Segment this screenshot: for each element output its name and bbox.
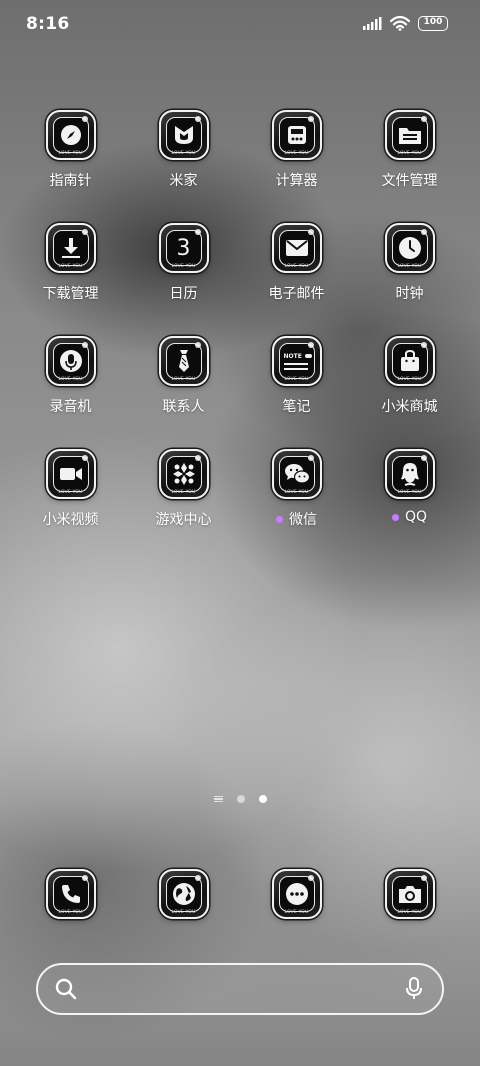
app-downloads[interactable]: LOVE YOU 下载管理 [14,223,127,303]
notes-icon: NOTE LOVE YOU [271,336,322,386]
wechat-icon: LOVE YOU [271,449,322,499]
search-bar[interactable] [36,963,444,1015]
game-center-icon: LOVE YOU [158,449,209,499]
phone-icon: LOVE YOU [45,869,96,919]
search-icon[interactable] [54,977,78,1001]
battery-indicator: 100 [418,16,448,31]
status-bar: 8:16 100 [0,0,480,50]
microphone-icon: LOVE YOU [45,336,96,386]
app-label: 时钟 [395,286,424,302]
app-calendar[interactable]: 3 LOVE YOU 日历 [127,223,240,303]
app-label: 联系人 [162,399,205,415]
app-label: QQ [391,509,427,525]
page-indicator[interactable] [0,795,480,803]
calculator-icon: LOVE YOU [271,110,322,160]
app-label: 下载管理 [42,286,99,302]
microphone-icon[interactable] [404,976,424,1002]
clock-icon: LOVE YOU [384,223,435,273]
app-label: 指南针 [49,173,92,189]
app-label: 游戏中心 [155,512,212,528]
camera-icon: LOVE YOU [384,869,435,919]
page-dot-2-active[interactable] [258,795,267,803]
status-icons: 100 [362,16,448,31]
page-dot-1[interactable] [236,795,245,803]
mail-icon: LOVE YOU [271,223,322,273]
app-email[interactable]: LOVE YOU 电子邮件 [240,223,353,303]
wifi-icon [390,16,410,31]
page-overview-icon[interactable] [213,795,223,803]
mijia-icon: LOVE YOU [158,110,209,160]
folder-icon: LOVE YOU [384,110,435,160]
browser-icon: LOVE YOU [158,869,209,919]
notification-dot [391,513,399,521]
app-mijia[interactable]: LOVE YOU 米家 [127,110,240,190]
dock-messages[interactable]: LOVE YOU [240,869,353,919]
app-qq[interactable]: LOVE YOU QQ [353,449,466,525]
contacts-icon: LOVE YOU [158,336,209,386]
app-label: 笔记 [282,399,311,415]
app-game-center[interactable]: LOVE YOU 游戏中心 [127,449,240,529]
app-label: 文件管理 [381,173,438,189]
notification-dot [276,515,283,523]
app-clock[interactable]: LOVE YOU 时钟 [353,223,466,303]
app-label: 电子邮件 [268,286,325,302]
app-label: 小米商城 [381,399,438,415]
app-contacts[interactable]: LOVE YOU 联系人 [127,336,240,416]
messages-icon: LOVE YOU [271,869,322,919]
app-mi-video[interactable]: LOVE YOU 小米视频 [14,449,127,529]
app-calculator[interactable]: LOVE YOU 计算器 [240,110,353,190]
qq-icon: LOVE YOU [384,449,435,499]
calendar-icon: 3 LOVE YOU [158,223,209,273]
status-time: 8:16 [26,14,70,34]
shopping-bag-icon: LOVE YOU [384,336,435,386]
app-label: 录音机 [49,399,92,415]
app-wechat[interactable]: LOVE YOU 微信 [240,449,353,529]
app-file-manager[interactable]: LOVE YOU 文件管理 [353,110,466,190]
cellular-signal-icon [363,16,382,30]
app-label: 米家 [169,173,198,189]
dock-camera[interactable]: LOVE YOU [353,869,466,919]
app-notes[interactable]: NOTE LOVE YOU 笔记 [240,336,353,416]
dock-phone[interactable]: LOVE YOU [14,869,127,919]
app-label: 微信 [276,509,317,529]
compass-icon: LOVE YOU [45,110,96,160]
app-label: 小米视频 [42,512,99,528]
app-mi-store[interactable]: LOVE YOU 小米商城 [353,336,466,416]
app-label: 计算器 [275,173,318,189]
video-camera-icon: LOVE YOU [45,449,96,499]
app-recorder[interactable]: LOVE YOU 录音机 [14,336,127,416]
app-label: 日历 [169,286,198,302]
app-compass[interactable]: LOVE YOU 指南针 [14,110,127,190]
dock-browser[interactable]: LOVE YOU [127,869,240,919]
download-icon: LOVE YOU [45,223,96,273]
